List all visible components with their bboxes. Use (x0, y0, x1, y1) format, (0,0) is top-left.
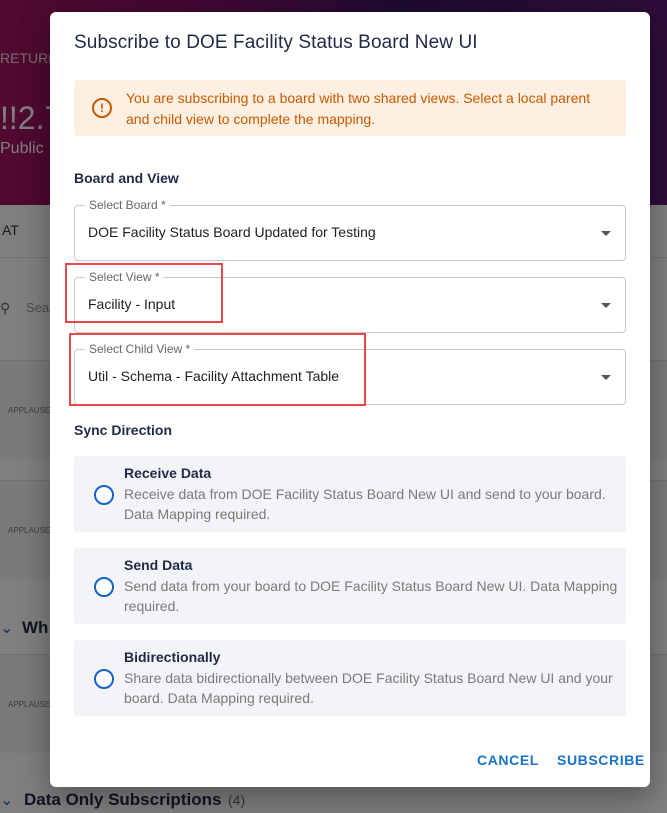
option-description: Share data bidirectionally between DOE F… (124, 670, 613, 706)
option-description: Send data from your board to DOE Facilit… (124, 578, 618, 614)
highlight-annotation (65, 263, 223, 323)
select-board-dropdown[interactable]: Select Board * DOE Facility Status Board… (74, 198, 626, 261)
chevron-down-icon (601, 231, 611, 236)
option-title: Bidirectionally (124, 649, 221, 665)
highlight-annotation (69, 333, 366, 406)
option-description: Receive data from DOE Facility Status Bo… (124, 486, 606, 522)
sync-option-bidirectional[interactable]: Bidirectionally Share data bidirectional… (74, 640, 626, 716)
send-data-radio[interactable] (94, 577, 114, 597)
warning-icon: ! (92, 98, 112, 118)
bidirectional-radio[interactable] (94, 669, 114, 689)
select-board-value: DOE Facility Status Board Updated for Te… (88, 224, 376, 240)
warning-alert: ! You are subscribing to a board with tw… (74, 80, 626, 136)
select-board-label: Select Board * (85, 198, 170, 212)
option-title: Receive Data (124, 465, 212, 481)
cancel-button[interactable]: CANCEL (477, 752, 539, 768)
subscribe-dialog: Subscribe to DOE Facility Status Board N… (50, 12, 650, 787)
sync-direction-label: Sync Direction (74, 422, 173, 438)
sync-option-send[interactable]: Send Data Send data from your board to D… (74, 548, 626, 624)
dialog-title: Subscribe to DOE Facility Status Board N… (74, 32, 478, 53)
sync-option-receive[interactable]: Receive Data Receive data from DOE Facil… (74, 456, 626, 532)
chevron-down-icon (601, 303, 611, 308)
board-and-view-label: Board and View (74, 170, 179, 186)
warning-alert-text: You are subscribing to a board with two … (126, 90, 591, 127)
receive-data-radio[interactable] (94, 485, 114, 505)
subscribe-button[interactable]: SUBSCRIBE (557, 752, 645, 768)
chevron-down-icon (601, 375, 611, 380)
option-title: Send Data (124, 557, 193, 573)
